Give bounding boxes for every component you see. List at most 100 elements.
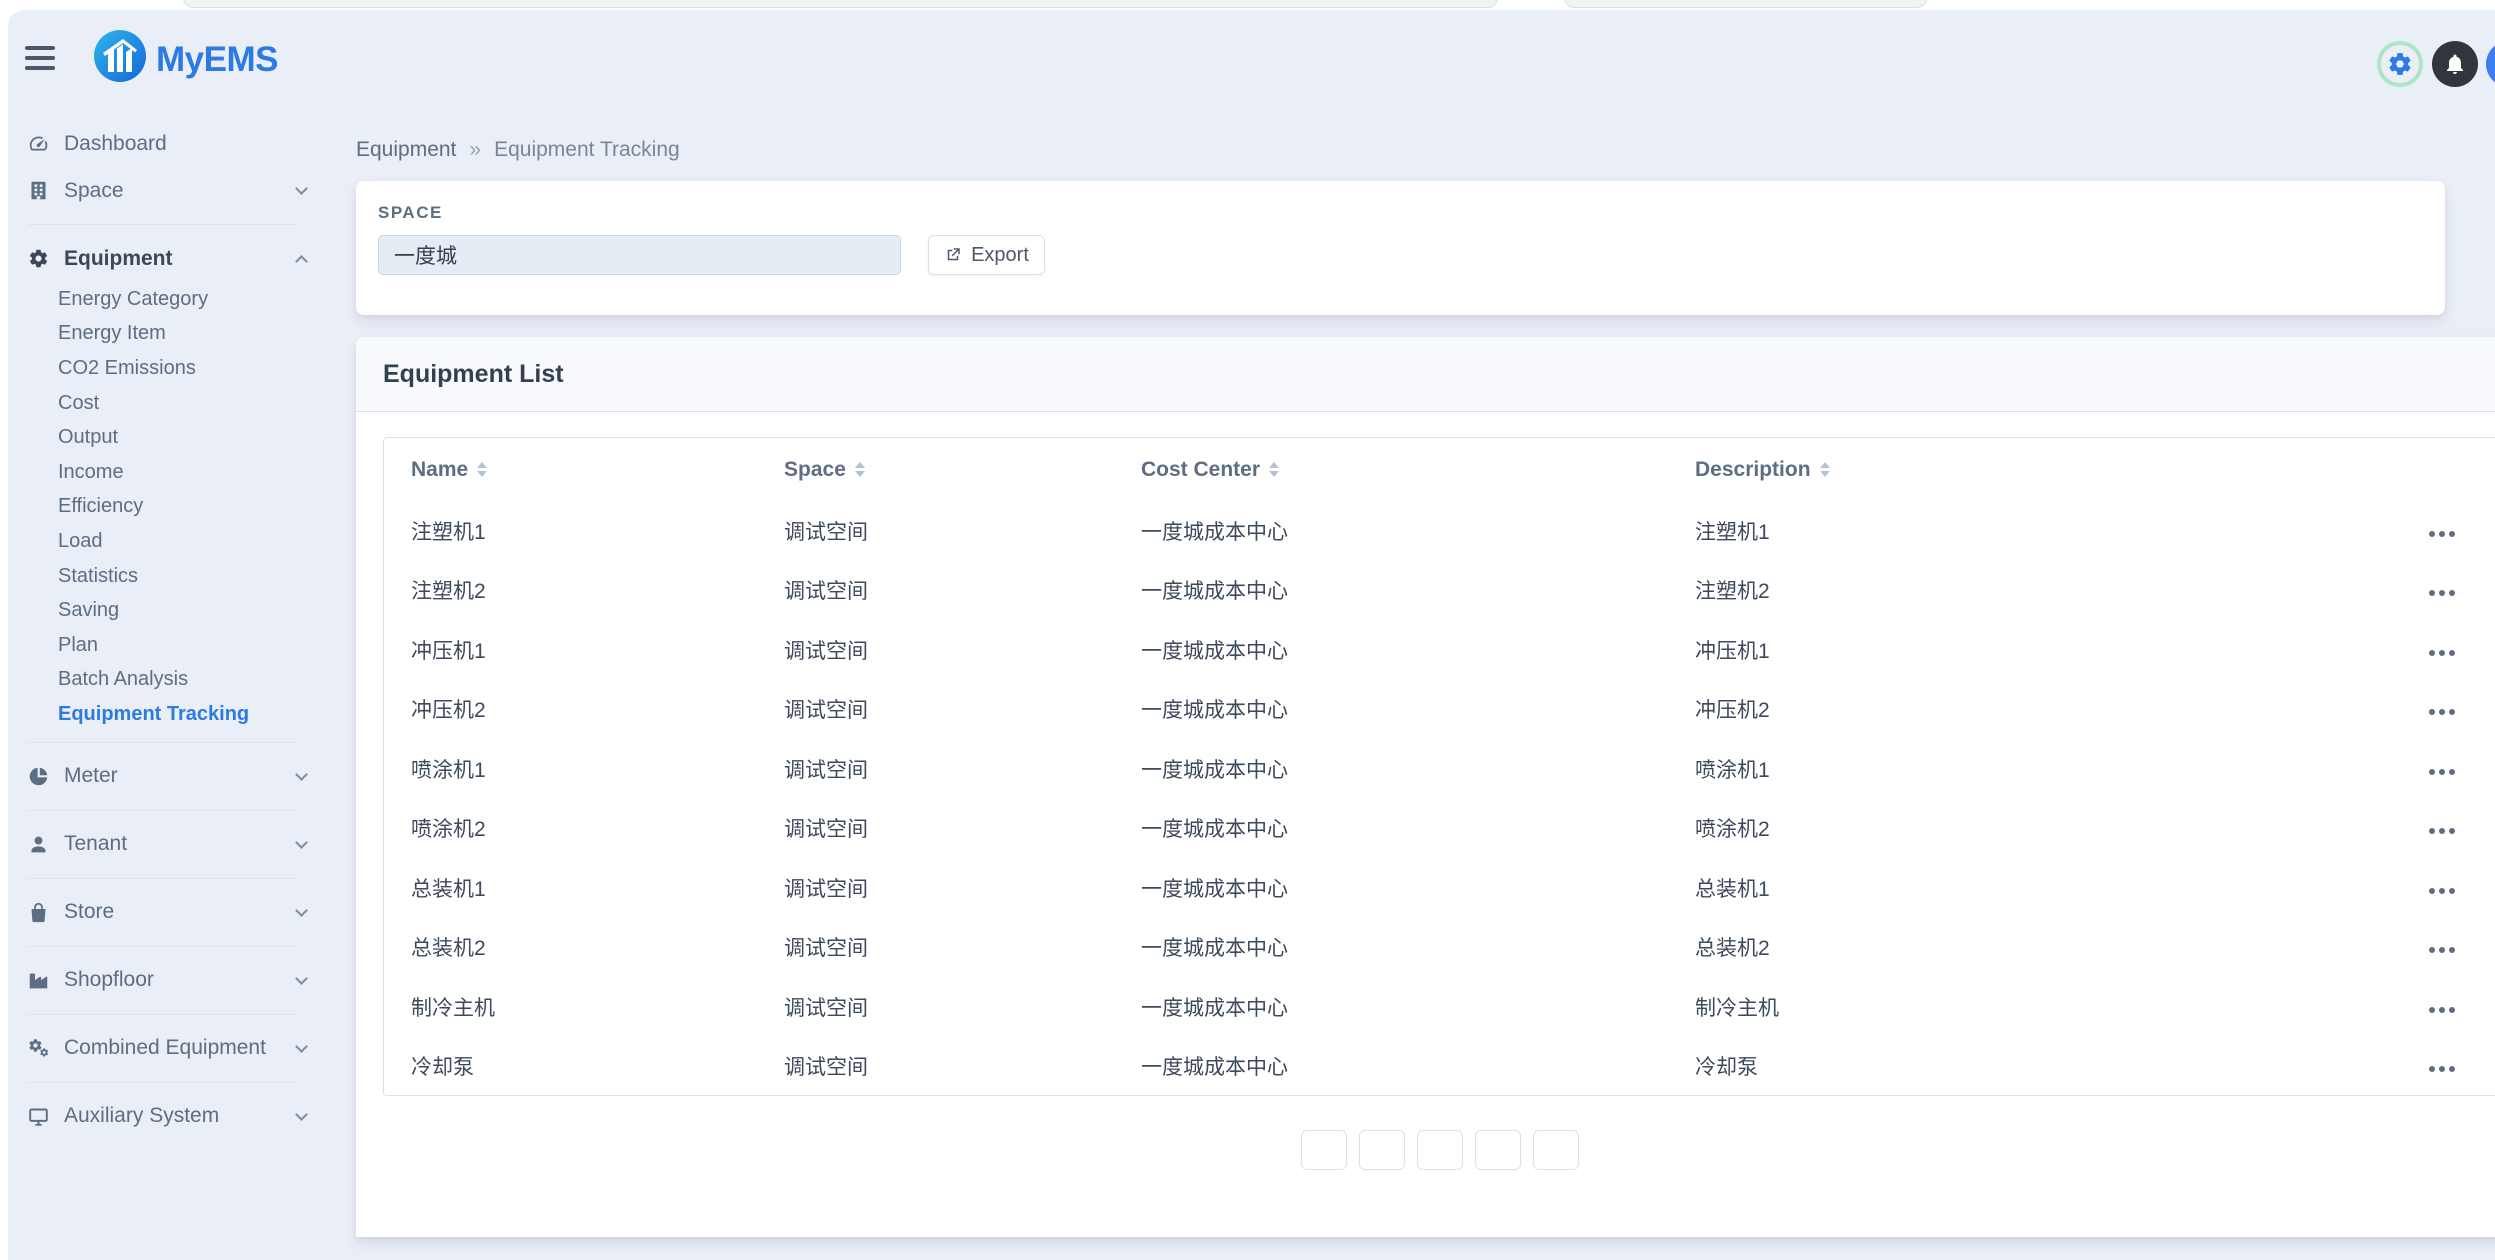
- chevron-down-icon: [295, 972, 308, 985]
- sort-icon[interactable]: [855, 462, 865, 477]
- sidebar-item-output[interactable]: Output: [8, 420, 340, 455]
- column-header-cost-center[interactable]: Cost Center: [1114, 438, 1668, 501]
- row-actions-ellipsis-icon[interactable]: [2423, 882, 2461, 900]
- sidebar-item-auxiliary-system[interactable]: Auxiliary System: [8, 1093, 340, 1140]
- sidebar-item-co2-emissions[interactable]: CO2 Emissions: [8, 351, 340, 386]
- space-input[interactable]: [378, 235, 901, 275]
- pagination: [1301, 1130, 1579, 1170]
- sidebar-divider: [28, 878, 296, 879]
- sidebar-item-space[interactable]: Space: [8, 167, 340, 214]
- sidebar-item-energy-item[interactable]: Energy Item: [8, 317, 340, 352]
- shopping-bag-icon: [28, 902, 49, 923]
- table-row: 冲压机1调试空间一度城成本中心冲压机1: [384, 620, 2495, 680]
- table-row: 冲压机2调试空间一度城成本中心冲压机2: [384, 680, 2495, 740]
- pagination-button-2[interactable]: [1359, 1130, 1405, 1170]
- column-header-actions: [2351, 438, 2495, 501]
- sidebar-item-statistics[interactable]: Statistics: [8, 559, 340, 594]
- table-row: 喷涂机1调试空间一度城成本中心喷涂机1: [384, 739, 2495, 799]
- breadcrumb-separator: »: [469, 138, 481, 162]
- equipment-list-card: Equipment List Name Space Cost Center De…: [356, 337, 2495, 1237]
- pagination-button-4[interactable]: [1475, 1130, 1521, 1170]
- sidebar-divider: [28, 946, 296, 947]
- row-actions-ellipsis-icon[interactable]: [2423, 525, 2461, 543]
- sidebar-item-load[interactable]: Load: [8, 524, 340, 559]
- gear-icon: [28, 248, 49, 269]
- space-label: SPACE: [378, 203, 443, 223]
- sidebar-item-cost[interactable]: Cost: [8, 386, 340, 421]
- row-actions-ellipsis-icon[interactable]: [2423, 1060, 2461, 1078]
- sidebar-item-efficiency[interactable]: Efficiency: [8, 490, 340, 525]
- sort-icon[interactable]: [1269, 462, 1279, 477]
- building-icon: [28, 180, 49, 201]
- table-row: 冷却泵调试空间一度城成本中心冷却泵: [384, 1037, 2495, 1097]
- chevron-down-icon: [295, 904, 308, 917]
- sidebar-item-combined-equipment[interactable]: Combined Equipment: [8, 1025, 340, 1072]
- breadcrumb: Equipment » Equipment Tracking: [356, 138, 680, 162]
- brand-title[interactable]: MyEMS: [156, 40, 278, 80]
- bell-icon[interactable]: [2432, 41, 2478, 87]
- sort-icon[interactable]: [1820, 462, 1830, 477]
- menu-icon[interactable]: [25, 46, 55, 70]
- page-title: Equipment List: [383, 360, 564, 389]
- table-row: 总装机1调试空间一度城成本中心总装机1: [384, 858, 2495, 918]
- sort-icon[interactable]: [477, 462, 487, 477]
- settings-gear-icon[interactable]: [2377, 41, 2423, 87]
- column-header-description[interactable]: Description: [1668, 438, 2351, 501]
- sidebar-item-energy-category[interactable]: Energy Category: [8, 282, 340, 317]
- table-header-row: Name Space Cost Center Description: [384, 438, 2495, 501]
- chevron-down-icon: [295, 1108, 308, 1121]
- factory-icon: [28, 970, 49, 991]
- sidebar-item-batch-analysis[interactable]: Batch Analysis: [8, 663, 340, 698]
- pagination-button-5[interactable]: [1533, 1130, 1579, 1170]
- breadcrumb-equipment[interactable]: Equipment: [356, 138, 456, 162]
- myems-logo[interactable]: [94, 30, 146, 82]
- chevron-down-icon: [295, 836, 308, 849]
- pagination-button-1[interactable]: [1301, 1130, 1347, 1170]
- table-row: 注塑机2调试空间一度城成本中心注塑机2: [384, 561, 2495, 621]
- row-actions-ellipsis-icon[interactable]: [2423, 822, 2461, 840]
- table-row: 制冷主机调试空间一度城成本中心制冷主机: [384, 977, 2495, 1037]
- chevron-up-icon: [295, 255, 308, 268]
- table-row: 总装机2调试空间一度城成本中心总装机2: [384, 918, 2495, 978]
- space-filter-card: SPACE Export: [356, 181, 2445, 315]
- sidebar-divider: [28, 1082, 296, 1083]
- user-icon: [28, 834, 49, 855]
- sidebar-divider: [28, 742, 296, 743]
- column-header-space[interactable]: Space: [757, 438, 1114, 501]
- sidebar-divider: [28, 1014, 296, 1015]
- sidebar-item-tenant[interactable]: Tenant: [8, 821, 340, 868]
- external-link-icon: [944, 246, 962, 264]
- row-actions-ellipsis-icon[interactable]: [2423, 763, 2461, 781]
- breadcrumb-equipment-tracking: Equipment Tracking: [494, 138, 680, 162]
- sidebar-item-store[interactable]: Store: [8, 889, 340, 936]
- chevron-down-icon: [295, 1040, 308, 1053]
- sidebar-divider: [28, 224, 296, 225]
- row-actions-ellipsis-icon[interactable]: [2423, 703, 2461, 721]
- equipment-table: Name Space Cost Center Description 注塑机1调…: [383, 437, 2495, 1096]
- sidebar-item-shopfloor[interactable]: Shopfloor: [8, 957, 340, 1004]
- sidebar: Dashboard Space Equipment Energy Categor…: [8, 120, 340, 1140]
- card-header: Equipment List: [356, 337, 2495, 412]
- gears-icon: [28, 1038, 49, 1059]
- monitor-icon: [28, 1106, 49, 1127]
- equipment-submenu: Energy Category Energy Item CO2 Emission…: [8, 282, 340, 732]
- sidebar-divider: [28, 810, 296, 811]
- sidebar-item-equipment[interactable]: Equipment: [8, 235, 340, 282]
- row-actions-ellipsis-icon[interactable]: [2423, 644, 2461, 662]
- sidebar-item-meter[interactable]: Meter: [8, 753, 340, 800]
- sidebar-item-equipment-tracking[interactable]: Equipment Tracking: [8, 697, 340, 732]
- pagination-button-3[interactable]: [1417, 1130, 1463, 1170]
- chevron-down-icon: [295, 768, 308, 781]
- column-header-name[interactable]: Name: [384, 438, 757, 501]
- pie-chart-icon: [28, 766, 49, 787]
- table-row: 注塑机1调试空间一度城成本中心注塑机1: [384, 501, 2495, 561]
- row-actions-ellipsis-icon[interactable]: [2423, 584, 2461, 602]
- row-actions-ellipsis-icon[interactable]: [2423, 941, 2461, 959]
- sidebar-item-plan[interactable]: Plan: [8, 628, 340, 663]
- gauge-icon: [28, 133, 49, 154]
- export-button[interactable]: Export: [928, 235, 1045, 275]
- row-actions-ellipsis-icon[interactable]: [2423, 1001, 2461, 1019]
- sidebar-item-income[interactable]: Income: [8, 455, 340, 490]
- sidebar-item-saving[interactable]: Saving: [8, 593, 340, 628]
- sidebar-item-dashboard[interactable]: Dashboard: [8, 120, 340, 167]
